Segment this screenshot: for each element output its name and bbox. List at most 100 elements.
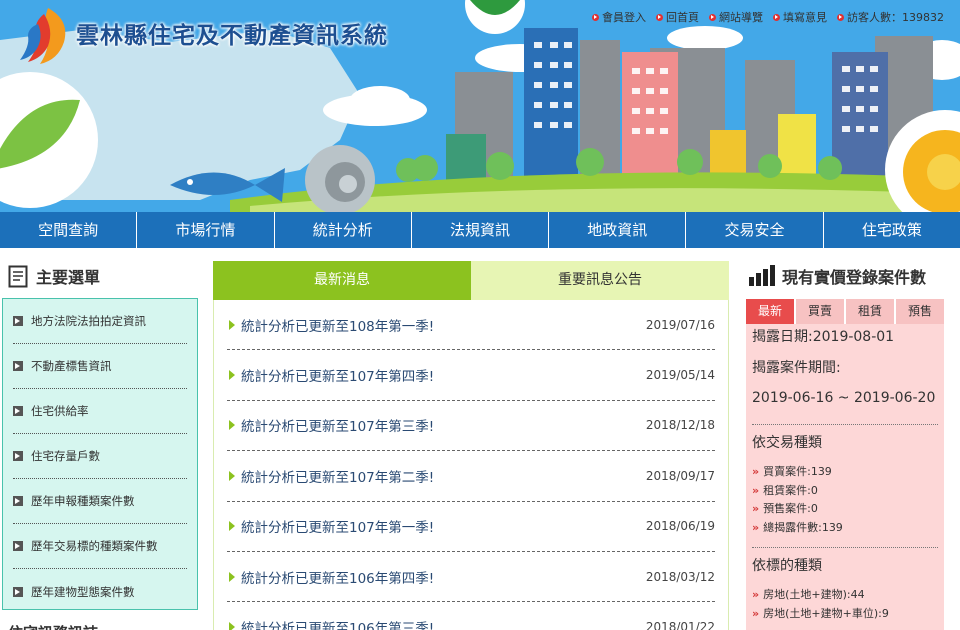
by-target-label: 依標的種類 (752, 558, 822, 574)
menu-item-auction[interactable]: 地方法院法拍拍定資訊 (13, 299, 187, 344)
news-row: 統計分析已更新至106年第三季! 2018/01/22 (227, 602, 715, 630)
top-links: 會員登入 回首頁 網站導覽 填寫意見 訪客人數：139832 (592, 9, 944, 25)
menu-item-building-types[interactable]: 歷年建物型態案件數 (13, 569, 187, 609)
site-title[interactable]: 雲林縣住宅及不動產資訊系統 (76, 16, 388, 50)
double-arrow-icon: » (752, 606, 760, 620)
period-section: 2019-06-16 ~ 2019-06-20 (752, 380, 938, 425)
right-panel-header: 現有實價登錄案件數 (748, 264, 926, 288)
news-row: 統計分析已更新至107年第三季! 2018/12/18 (227, 401, 715, 452)
stat-sale[interactable]: » 買賣案件:139 (752, 463, 938, 482)
next-section-title: 住宅訊務訊誌 (8, 622, 98, 630)
news-link[interactable]: 統計分析已更新至106年第四季! (229, 567, 434, 587)
news-link[interactable]: 統計分析已更新至108年第一季! (229, 315, 434, 335)
arrow-bullet-icon (837, 13, 844, 21)
arrow-box-icon (13, 541, 23, 551)
nav-spatial-query[interactable]: 空間查詢 (0, 212, 138, 248)
disclosure-period: 2019-06-16 ~ 2019-06-20 (752, 390, 936, 406)
stat-rent[interactable]: » 租賃案件:0 (752, 482, 938, 501)
menu-item-supply-rate[interactable]: 住宅供給率 (13, 389, 187, 434)
header-banner: 雲林縣住宅及不動產資訊系統 會員登入 回首頁 網站導覽 填寫意見 訪客人數：13… (0, 0, 960, 212)
menu-item-tender[interactable]: 不動產標售資訊 (13, 344, 187, 389)
news-row: 統計分析已更新至107年第二季! 2018/09/17 (227, 451, 715, 502)
news-row: 統計分析已更新至107年第一季! 2018/06/19 (227, 502, 715, 552)
arrow-bullet-icon (709, 13, 716, 21)
arrow-box-icon (13, 406, 23, 416)
double-arrow-icon: » (752, 465, 760, 478)
left-menu-title: 主要選單 (36, 268, 101, 287)
news-date: 2019/05/14 (645, 368, 715, 383)
county-logo-icon[interactable] (18, 6, 74, 66)
news-date: 2018/09/17 (645, 468, 715, 483)
menu-item-target-types[interactable]: 歷年交易標的種類案件數 (13, 524, 187, 569)
notepad-icon (8, 265, 28, 288)
price-panel: 揭露日期:2019-08-01 揭露案件期間: 2019-06-16 ~ 201… (746, 324, 944, 630)
news-date: 2018/12/18 (645, 418, 715, 433)
by-type-label: 依交易種類 (752, 435, 822, 451)
bar-chart-icon (749, 265, 775, 286)
news-date: 2019/07/16 (645, 317, 715, 332)
triangle-bullet-icon (229, 470, 235, 481)
arrow-box-icon (13, 586, 23, 597)
news-row: 統計分析已更新至106年第四季! 2018/03/12 (227, 552, 715, 603)
menu-item-declaration-types[interactable]: 歷年申報種類案件數 (13, 479, 187, 524)
double-arrow-icon: » (752, 588, 760, 601)
tab-presale[interactable]: 預售 (896, 299, 944, 324)
by-type-section: » 買賣案件:139 » 租賃案件:0 » 預售案件:0 » 總揭露件數:139 (752, 455, 938, 548)
news-link[interactable]: 統計分析已更新至106年第三季! (229, 617, 434, 630)
tab-announcements[interactable]: 重要訊息公告 (471, 261, 729, 300)
home-link[interactable]: 回首頁 (656, 9, 699, 25)
news-link[interactable]: 統計分析已更新至107年第三季! (229, 415, 434, 435)
arrow-box-icon (13, 316, 23, 326)
news-date: 2018/01/22 (645, 620, 715, 630)
arrow-bullet-icon (773, 13, 780, 21)
price-tabs: 最新 買賣 租賃 預售 (746, 299, 944, 324)
left-menu-header: 主要選單 (8, 264, 100, 288)
double-arrow-icon: » (752, 483, 760, 497)
news-link[interactable]: 統計分析已更新至107年第二季! (229, 466, 434, 486)
news-tabs: 最新消息 重要訊息公告 (213, 261, 729, 300)
news-date: 2018/03/12 (645, 569, 715, 584)
visitor-count: 訪客人數：139832 (837, 9, 944, 25)
news-link[interactable]: 統計分析已更新至107年第四季! (229, 365, 434, 385)
feedback-link[interactable]: 填寫意見 (773, 9, 827, 25)
double-arrow-icon: » (752, 520, 760, 534)
news-row: 統計分析已更新至107年第四季! 2019/05/14 (227, 350, 715, 401)
menu-item-stock[interactable]: 住宅存量戶數 (13, 434, 187, 479)
triangle-bullet-icon (229, 571, 235, 582)
stat-land-building-parking[interactable]: » 房地(土地+建物+車位):9 (752, 605, 938, 624)
arrow-box-icon (13, 451, 23, 461)
triangle-bullet-icon (229, 521, 235, 532)
double-arrow-icon: » (752, 502, 760, 515)
tab-latest[interactable]: 最新 (746, 299, 794, 324)
triangle-bullet-icon (229, 370, 235, 381)
by-target-section: » 房地(土地+建物):44 » 房地(土地+建物+車位):9 (752, 578, 938, 623)
nav-housing-policy[interactable]: 住宅政策 (823, 212, 960, 248)
tab-latest-news[interactable]: 最新消息 (213, 261, 471, 300)
sitemap-link[interactable]: 網站導覽 (709, 9, 763, 25)
right-panel-title: 現有實價登錄案件數 (782, 268, 927, 287)
news-list: 統計分析已更新至108年第一季! 2019/07/16 統計分析已更新至107年第… (213, 300, 729, 630)
triangle-bullet-icon (229, 622, 235, 630)
arrow-bullet-icon (656, 13, 663, 21)
tab-sale[interactable]: 買賣 (796, 299, 844, 324)
nav-land-admin[interactable]: 地政資訊 (549, 212, 687, 248)
news-link[interactable]: 統計分析已更新至107年第一季! (229, 516, 434, 536)
nav-statistics[interactable]: 統計分析 (274, 212, 412, 248)
tab-rent[interactable]: 租賃 (846, 299, 894, 324)
stat-presale[interactable]: » 預售案件:0 (752, 500, 938, 519)
nav-market[interactable]: 市場行情 (137, 212, 275, 248)
triangle-bullet-icon (229, 319, 235, 330)
arrow-box-icon (13, 361, 23, 371)
nav-regulations[interactable]: 法規資訊 (411, 212, 550, 248)
left-menu: 地方法院法拍拍定資訊 不動產標售資訊 住宅供給率 住宅存量戶數 歷年申報種類案件… (2, 298, 198, 610)
triangle-bullet-icon (229, 420, 235, 431)
news-date: 2018/06/19 (645, 519, 715, 534)
stat-land-building[interactable]: » 房地(土地+建物):44 (752, 586, 938, 605)
period-label: 揭露案件期間: (752, 360, 841, 376)
stat-total[interactable]: » 總揭露件數:139 (752, 519, 938, 538)
arrow-bullet-icon (592, 13, 599, 21)
nav-transaction-safety[interactable]: 交易安全 (686, 212, 824, 248)
main-nav: 空間查詢 市場行情 統計分析 法規資訊 地政資訊 交易安全 住宅政策 (0, 212, 960, 248)
login-link[interactable]: 會員登入 (592, 9, 646, 25)
disclosure-date: 揭露日期:2019-08-01 (752, 329, 895, 345)
